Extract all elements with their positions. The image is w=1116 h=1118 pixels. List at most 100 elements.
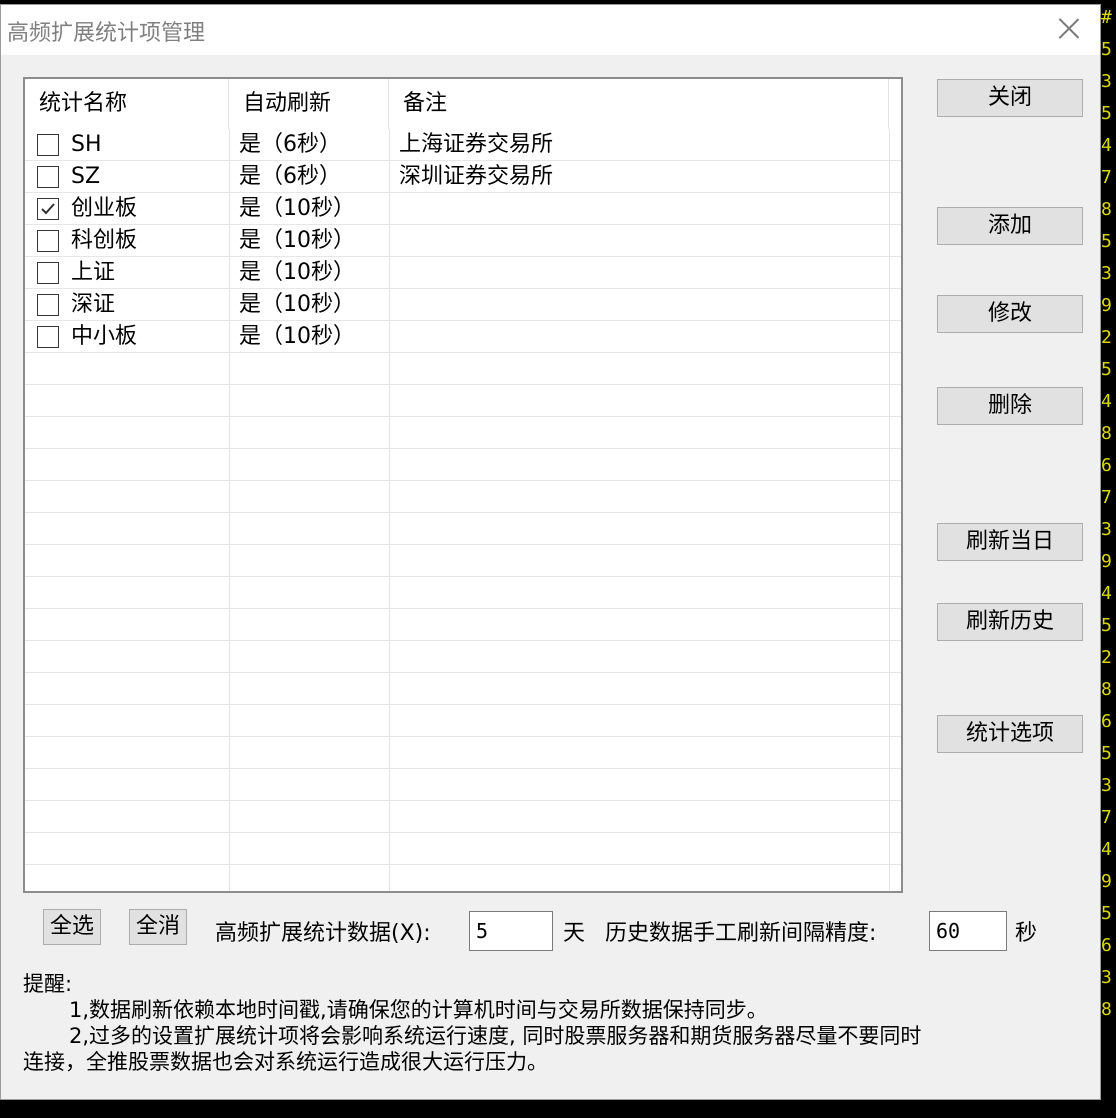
- modify-button[interactable]: 修改: [937, 295, 1083, 333]
- background-digit: 5: [1101, 104, 1112, 124]
- table-row: [25, 353, 901, 385]
- cell-refresh: 是（6秒）: [239, 132, 341, 157]
- table-row: [25, 609, 901, 641]
- table-row: [25, 737, 901, 769]
- table-row[interactable]: 科创板 是（10秒）: [25, 225, 901, 257]
- close-button[interactable]: 关闭: [937, 79, 1083, 117]
- cell-refresh: 是（10秒）: [239, 228, 355, 253]
- cell-note: 深圳证券交易所: [399, 164, 554, 189]
- select-all-button[interactable]: 全选: [43, 909, 101, 945]
- window-title: 高频扩展统计项管理: [7, 21, 206, 46]
- background-digit: 5: [1101, 904, 1112, 924]
- background-digit: 3: [1101, 72, 1112, 92]
- background-digit: 3: [1101, 264, 1112, 284]
- background-digit: 7: [1101, 168, 1112, 188]
- background-digit: 9: [1101, 872, 1112, 892]
- background-digit: 9: [1101, 552, 1112, 572]
- refresh-today-button[interactable]: 刷新当日: [937, 523, 1083, 561]
- notes-line-1: 1,数据刷新依赖本地时间戳,请确保您的计算机时间与交易所数据保持同步。: [69, 998, 768, 1022]
- background-digit: 2: [1101, 328, 1112, 348]
- background-window-bottom: [0, 1100, 1116, 1118]
- background-digit: 5: [1101, 232, 1112, 252]
- column-header-note[interactable]: 备注: [389, 79, 889, 129]
- background-digit: 4: [1101, 136, 1112, 156]
- background-digit: 7: [1101, 808, 1112, 828]
- title-bar: 高频扩展统计项管理: [1, 5, 1100, 55]
- stats-list[interactable]: 统计名称 自动刷新 备注 SH 是（6秒） 上海证券交易所 SZ 是（6秒） 深圳证券交易…: [23, 77, 903, 893]
- table-row: [25, 577, 901, 609]
- background-digit: 8: [1101, 200, 1112, 220]
- background-digit: 5: [1101, 40, 1112, 60]
- table-row: [25, 545, 901, 577]
- table-row: [25, 481, 901, 513]
- background-digit: 5: [1101, 744, 1112, 764]
- column-header-name[interactable]: 统计名称: [25, 79, 229, 129]
- cell-refresh: 是（10秒）: [239, 292, 355, 317]
- table-row: [25, 449, 901, 481]
- stat-options-button[interactable]: 统计选项: [937, 715, 1083, 753]
- checkbox[interactable]: [37, 294, 59, 316]
- notes-line-3: 连接，全推股票数据也会对系统运行造成很大运行压力。: [23, 1050, 548, 1074]
- interval-label: 历史数据手工刷新间隔精度:: [605, 921, 877, 946]
- checkbox[interactable]: [37, 262, 59, 284]
- table-row: [25, 705, 901, 737]
- background-digit: 5: [1101, 616, 1112, 636]
- background-digit: 6: [1101, 456, 1112, 476]
- refresh-history-button[interactable]: 刷新历史: [937, 603, 1083, 641]
- background-digit: 8: [1101, 680, 1112, 700]
- table-row[interactable]: 深证 是（10秒）: [25, 289, 901, 321]
- background-digit: #: [1101, 8, 1112, 28]
- checkbox[interactable]: [37, 166, 59, 188]
- hf-days-input[interactable]: 5: [469, 911, 553, 951]
- reminder-notes: 提醒: 1,数据刷新依赖本地时间戳,请确保您的计算机时间与交易所数据保持同步。 …: [23, 971, 1083, 1075]
- cell-refresh: 是（10秒）: [239, 196, 355, 221]
- background-digit: 4: [1101, 392, 1112, 412]
- checkbox-checked[interactable]: [37, 198, 59, 220]
- table-row: [25, 769, 901, 801]
- deselect-all-button[interactable]: 全消: [129, 909, 187, 945]
- background-digit: 2: [1101, 648, 1112, 668]
- table-row: [25, 833, 901, 865]
- stats-manager-dialog: 高频扩展统计项管理 统计名称 自动刷新 备注 SH 是（6秒） 上海证券交易所 SZ 是…: [0, 4, 1101, 1100]
- checkbox[interactable]: [37, 326, 59, 348]
- table-row[interactable]: 中小板 是（10秒）: [25, 321, 901, 353]
- list-rows: SH 是（6秒） 上海证券交易所 SZ 是（6秒） 深圳证券交易所 创业板 是（10秒） 科创板…: [25, 129, 901, 865]
- table-row[interactable]: 上证 是（10秒）: [25, 257, 901, 289]
- notes-line-2: 2,过多的设置扩展统计项将会影响系统运行速度, 同时股票服务器和期货服务器尽量不…: [69, 1024, 922, 1048]
- checkmark-icon: [41, 203, 55, 215]
- cell-name: 深证: [71, 292, 116, 317]
- table-row[interactable]: SZ 是（6秒） 深圳证券交易所: [25, 161, 901, 193]
- checkbox[interactable]: [37, 230, 59, 252]
- cell-name: 科创板: [71, 228, 138, 253]
- background-digit: 8: [1101, 1000, 1112, 1020]
- table-row[interactable]: 创业板 是（10秒）: [25, 193, 901, 225]
- column-header-refresh[interactable]: 自动刷新: [229, 79, 389, 129]
- table-row: [25, 417, 901, 449]
- cell-note: 上海证券交易所: [399, 132, 554, 157]
- interval-unit: 秒: [1015, 921, 1038, 946]
- hf-days-label: 高频扩展统计数据(X):: [215, 921, 431, 946]
- checkbox[interactable]: [37, 134, 59, 156]
- delete-button[interactable]: 删除: [937, 387, 1083, 425]
- add-button[interactable]: 添加: [937, 207, 1083, 245]
- cell-name: 上证: [71, 260, 116, 285]
- background-digit: 3: [1101, 520, 1112, 540]
- interval-input[interactable]: 60: [929, 911, 1007, 951]
- table-row: [25, 641, 901, 673]
- table-row: [25, 673, 901, 705]
- cell-refresh: 是（10秒）: [239, 324, 355, 349]
- table-row: [25, 385, 901, 417]
- list-header: 统计名称 自动刷新 备注: [25, 79, 901, 129]
- cell-name: 中小板: [71, 324, 138, 349]
- background-digit: 3: [1101, 776, 1112, 796]
- notes-title: 提醒:: [23, 972, 73, 996]
- cell-name: SZ: [71, 164, 101, 189]
- background-digit: 8: [1101, 424, 1112, 444]
- background-digit: 7: [1101, 488, 1112, 508]
- table-row[interactable]: SH 是（6秒） 上海证券交易所: [25, 129, 901, 161]
- close-icon[interactable]: [1054, 13, 1084, 43]
- background-digit: 5: [1101, 360, 1112, 380]
- cell-name: SH: [71, 132, 102, 157]
- background-digit: 6: [1101, 712, 1112, 732]
- background-digit: 4: [1101, 584, 1112, 604]
